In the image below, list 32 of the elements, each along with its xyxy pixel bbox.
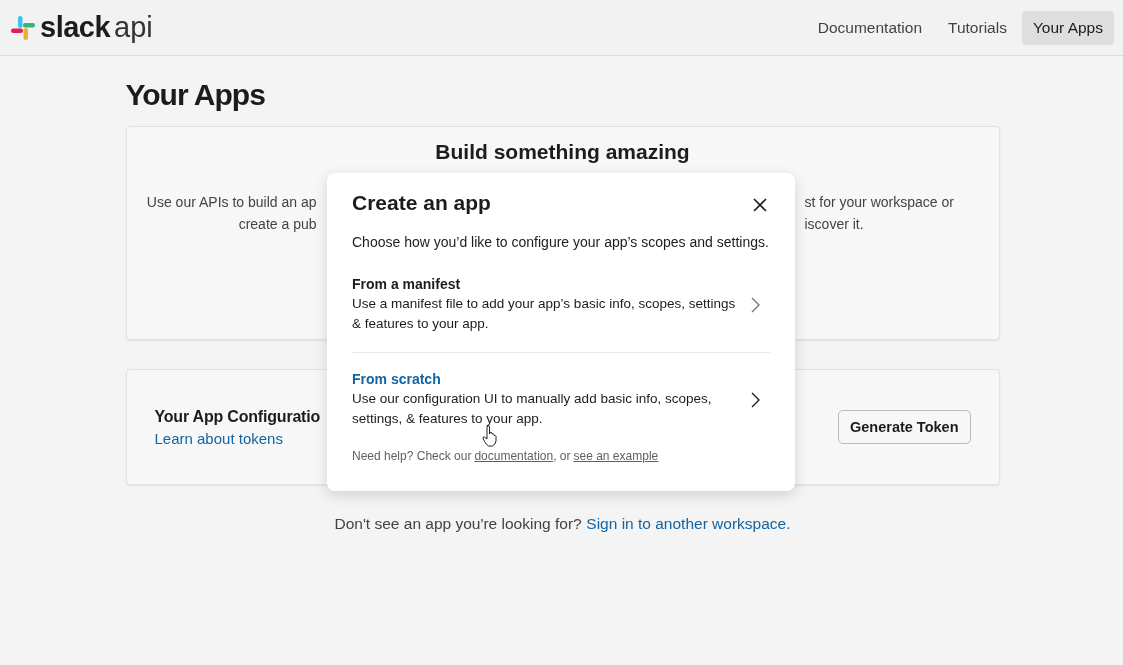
- intro-text: iscover it.: [804, 214, 864, 234]
- option-item[interactable]: From scratch Use our configuration UI to manually add basic info, scopes, settings, & features to your app.: [352, 361, 770, 429]
- chevron-right-icon: [751, 391, 760, 408]
- option-description: Use a manifest file to add your app’s basic info, scopes, settings & features to your app.: [352, 295, 737, 333]
- dialog-description: Choose how you’d like to configure your app’s scopes and settings.: [352, 234, 770, 250]
- footer-text: Don't see an app you're looking for?: [334, 515, 582, 532]
- logo-suffix: api: [114, 11, 153, 44]
- nav-link[interactable]: Tutorials: [937, 10, 1018, 45]
- help-text: Need help? Check our: [352, 449, 472, 463]
- hand-cursor-icon: [482, 425, 498, 447]
- chevron-right-icon: [751, 296, 760, 313]
- tokens-link[interactable]: Learn about tokens: [154, 429, 321, 447]
- option-item[interactable]: From a manifest Use a manifest file to add your app’s basic info, scopes, settings & features to your app.: [352, 266, 770, 334]
- generate-token-button[interactable]: Generate Token: [837, 410, 971, 444]
- option-title: From scratch: [352, 370, 442, 389]
- option-title: From a manifest: [352, 275, 462, 294]
- nav-link[interactable]: Your Apps: [1021, 10, 1114, 45]
- nav-link[interactable]: Documentation: [806, 10, 934, 45]
- page-title: Your Apps: [125, 78, 266, 112]
- card-title: Build something amazing: [434, 140, 691, 164]
- dialog-title: Create an app: [352, 191, 491, 215]
- close-icon[interactable]: [752, 197, 768, 213]
- intro-text: st for your workspace or: [804, 193, 954, 212]
- example-link[interactable]: see an example: [573, 449, 659, 463]
- option-description: Use our configuration UI to manually add basic info, scopes, settings, & features to your app.: [352, 390, 713, 428]
- card-title: Your App Configuratio: [154, 407, 321, 426]
- logo-text: slack: [40, 11, 111, 44]
- help-text: , or: [553, 449, 571, 463]
- intro-text: create a pub: [238, 214, 317, 234]
- intro-text: Use our APIs to build an ap: [146, 193, 317, 212]
- sign-in-link[interactable]: Sign in to another workspace.: [586, 515, 791, 532]
- logo-icon: [10, 14, 36, 41]
